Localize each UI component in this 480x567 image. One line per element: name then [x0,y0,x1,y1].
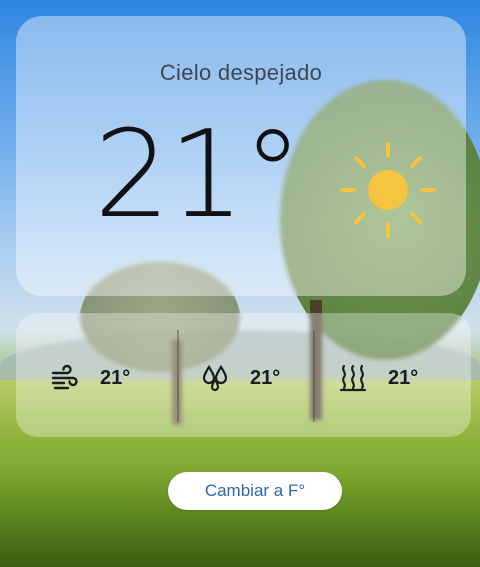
detail-feels-like: 21° [338,360,418,396]
current-temperature: 21° [94,106,303,245]
detail-humidity-value: 21° [250,366,281,389]
current-weather-card: Cielo despejado 21° [16,16,466,296]
weather-condition: Cielo despejado [159,60,323,85]
detail-wind: 21° [50,360,130,396]
detail-wind-value: 21° [100,366,131,389]
details-divider [177,330,179,422]
humidity-drops-icon [202,364,228,392]
details-divider [313,330,315,422]
sun-icon [340,142,436,238]
detail-feels-like-value: 21° [388,366,419,389]
toggle-unit-button[interactable]: Cambiar a F° [168,472,342,510]
detail-humidity: 21° [200,360,280,396]
wind-icon [51,364,78,390]
heat-waves-icon [339,364,367,392]
